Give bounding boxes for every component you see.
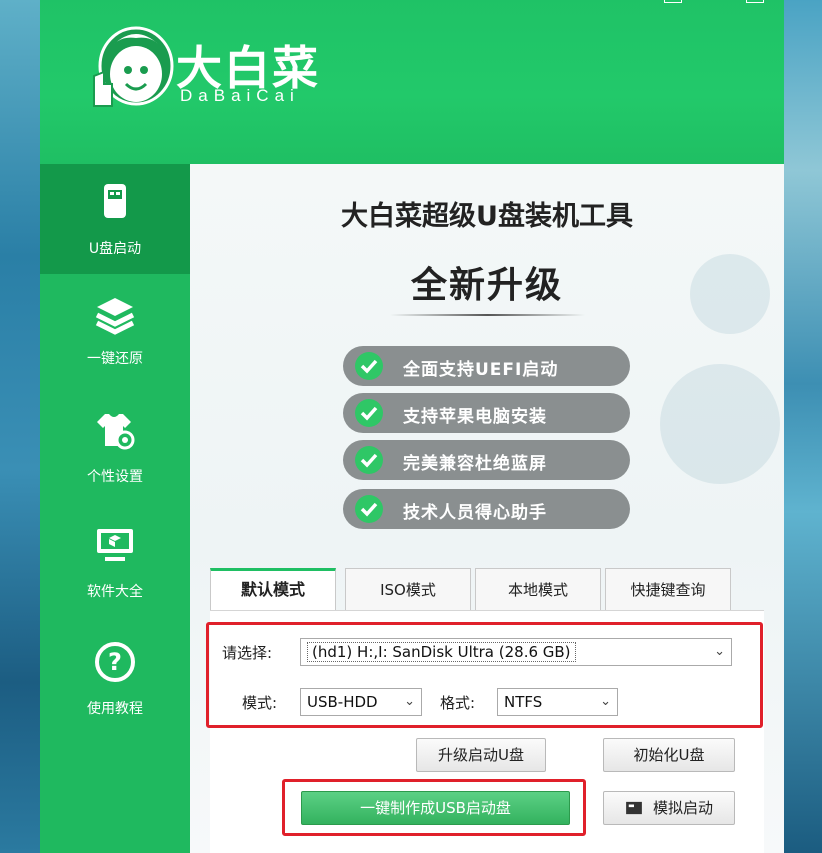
brand-name-en: DaBaiCai — [180, 86, 300, 105]
check-icon — [355, 495, 383, 523]
app-window: 大白菜 DaBaiCai U盘启动 一键还原 个性设置 软件大全 ? 使用教程 … — [40, 0, 784, 853]
console-icon — [626, 801, 642, 815]
header: 大白菜 DaBaiCai — [40, 0, 784, 164]
check-icon — [355, 399, 383, 427]
mode-label: 模式: — [242, 694, 278, 712]
mode-select[interactable]: USB-HDD ⌄ — [300, 688, 422, 716]
sidebar: U盘启动 一键还原 个性设置 软件大全 ? 使用教程 — [40, 164, 190, 853]
feature-text: 支持苹果电脑安装 — [403, 407, 547, 427]
banner-subtitle: 全新升级 — [410, 265, 563, 306]
banner-title: 大白菜超级U盘装机工具 — [341, 201, 633, 232]
sidebar-item-label: 一键还原 — [87, 351, 143, 367]
sidebar-item-restore[interactable]: 一键还原 — [40, 278, 190, 388]
monitor-box-icon — [97, 529, 133, 561]
init-usb-button[interactable]: 初始化U盘 — [603, 738, 735, 772]
disk-select[interactable]: (hd1) H:,I: SanDisk Ultra (28.6 GB) ⌄ — [300, 638, 732, 666]
sidebar-item-label: 个性设置 — [87, 469, 143, 485]
sidebar-item-usb-boot[interactable]: U盘启动 — [40, 164, 190, 274]
mode-select-value: USB-HDD — [307, 693, 378, 711]
cabbage-mascot-logo — [93, 26, 174, 107]
sidebar-item-software[interactable]: 软件大全 — [40, 507, 190, 617]
sidebar-item-label: 使用教程 — [87, 701, 143, 717]
feature-text: 全面支持UEFI启动 — [403, 360, 559, 380]
desktop-background-left — [0, 0, 40, 853]
feature-text: 技术人员得心助手 — [403, 503, 547, 523]
svg-text:?: ? — [108, 648, 122, 676]
check-icon — [355, 352, 383, 380]
disk-select-value: (hd1) H:,I: SanDisk Ultra (28.6 GB) — [307, 642, 576, 662]
simulate-boot-label: 模拟启动 — [652, 799, 713, 817]
tab-local-mode[interactable]: 本地模式 — [475, 568, 601, 610]
feature-item: 技术人员得心助手 — [343, 489, 630, 529]
mode-tabs: 默认模式 ISO模式 本地模式 快捷键查询 — [210, 568, 780, 610]
sidebar-item-label: 软件大全 — [87, 584, 143, 600]
main-panel: 大白菜超级U盘装机工具 全新升级 全面支持UEFI启动 支持苹果电脑安装 完美兼… — [190, 164, 784, 853]
minimize-button[interactable] — [664, 0, 682, 3]
sidebar-item-label: U盘启动 — [88, 241, 142, 257]
desktop-background-right — [784, 0, 822, 853]
close-button[interactable] — [746, 0, 764, 3]
sidebar-item-personalize[interactable]: 个性设置 — [40, 392, 190, 502]
format-select-value: NTFS — [504, 693, 543, 711]
tab-default-mode[interactable]: 默认模式 — [210, 568, 336, 610]
feature-item: 完美兼容杜绝蓝屏 — [343, 440, 630, 480]
layers-icon — [95, 298, 135, 335]
feature-item: 支持苹果电脑安装 — [343, 393, 630, 433]
format-label: 格式: — [440, 694, 476, 712]
question-icon: ? — [95, 642, 135, 682]
select-label: 请选择: — [222, 644, 273, 662]
feature-text: 完美兼容杜绝蓝屏 — [403, 454, 547, 474]
chevron-down-icon: ⌄ — [600, 694, 611, 709]
format-select[interactable]: NTFS ⌄ — [497, 688, 618, 716]
simulate-boot-button[interactable]: 模拟启动 — [603, 791, 735, 825]
sidebar-item-tutorial[interactable]: ? 使用教程 — [40, 624, 190, 734]
chevron-down-icon: ⌄ — [714, 644, 725, 659]
tab-shortcut-query[interactable]: 快捷键查询 — [605, 568, 731, 610]
usb-drive-icon — [104, 184, 126, 218]
decorative-bokeh — [660, 364, 780, 484]
check-icon — [355, 446, 383, 474]
chevron-down-icon: ⌄ — [404, 694, 415, 709]
upgrade-usb-button[interactable]: 升级启动U盘 — [416, 738, 546, 772]
shirt-gear-icon — [97, 414, 135, 450]
make-usb-boot-button[interactable]: 一键制作成USB启动盘 — [301, 791, 570, 825]
subtitle-underline — [390, 314, 585, 316]
feature-item: 全面支持UEFI启动 — [343, 346, 630, 386]
tab-iso-mode[interactable]: ISO模式 — [345, 568, 471, 610]
